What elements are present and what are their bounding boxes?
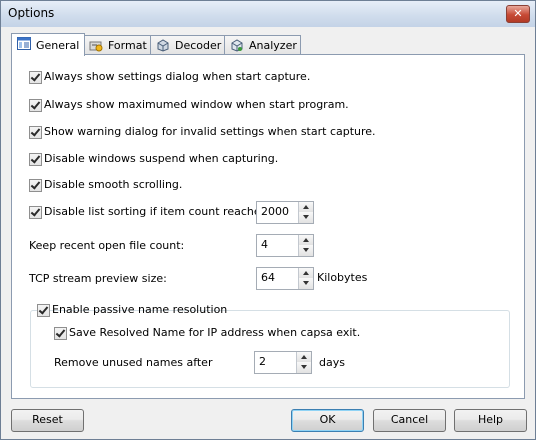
stepper-value: 4 <box>261 238 268 251</box>
close-button[interactable]: ✕ <box>506 5 530 23</box>
checkbox[interactable] <box>29 71 42 84</box>
option-label: Always show maximumed window when start … <box>44 98 349 111</box>
checkbox[interactable] <box>37 304 50 317</box>
recent-file-count-stepper[interactable]: 4 <box>256 234 314 257</box>
checkbox[interactable] <box>29 153 42 166</box>
spin-down-icon[interactable] <box>298 245 313 256</box>
tab-format-label: Format <box>108 39 147 52</box>
tab-decoder[interactable]: Decoder <box>150 35 226 55</box>
checkbox[interactable] <box>29 99 42 112</box>
reset-button[interactable]: Reset <box>11 409 84 432</box>
checkbox[interactable] <box>29 126 42 139</box>
title-bar[interactable]: Options ✕ <box>1 1 535 27</box>
tcp-preview-unit: Kilobytes <box>317 271 368 284</box>
checkbox[interactable] <box>54 327 67 340</box>
option-label: Always show settings dialog when start c… <box>44 70 311 83</box>
spin-down-icon[interactable] <box>298 212 313 223</box>
cancel-button[interactable]: Cancel <box>373 409 446 432</box>
remove-unused-days-stepper[interactable]: 2 <box>254 351 312 374</box>
tab-analyzer-label: Analyzer <box>249 39 297 52</box>
option-label: Show warning dialog for invalid settings… <box>44 125 376 138</box>
tab-analyzer[interactable]: Analyzer <box>224 35 301 55</box>
format-icon <box>89 41 103 52</box>
stepper-value: 64 <box>261 271 275 284</box>
help-button[interactable]: Help <box>454 409 527 432</box>
decoder-icon <box>157 39 169 52</box>
checkbox[interactable] <box>29 179 42 192</box>
analyzer-icon <box>231 39 243 52</box>
remove-unused-names-label: Remove unused names after <box>54 356 213 369</box>
general-settings-icon <box>17 37 31 50</box>
spin-down-icon[interactable] <box>296 362 311 373</box>
general-tab-panel: Always show settings dialog when start c… <box>11 54 525 399</box>
tab-general[interactable]: General <box>11 33 85 56</box>
recent-file-count-label: Keep recent open file count: <box>29 239 185 252</box>
options-dialog: Options ✕ General Format Decoder Analyze… <box>0 0 536 440</box>
tcp-preview-size-stepper[interactable]: 64 <box>256 267 314 290</box>
stepper-value: 2000 <box>261 205 289 218</box>
option-label: Disable windows suspend when capturing. <box>44 152 279 165</box>
remove-unused-unit: days <box>319 356 345 369</box>
stepper-value: 2 <box>259 355 266 368</box>
option-label: Save Resolved Name for IP address when c… <box>69 326 361 339</box>
tab-format[interactable]: Format <box>83 35 152 55</box>
option-enable-name-resolution[interactable]: Enable passive name resolution <box>37 303 227 319</box>
spin-down-icon[interactable] <box>298 278 313 289</box>
list-sorting-count-stepper[interactable]: 2000 <box>256 201 314 224</box>
window-title: Options <box>8 6 55 20</box>
tcp-preview-size-label: TCP stream preview size: <box>29 272 167 285</box>
option-label: Enable passive name resolution <box>52 303 228 316</box>
option-label: Disable list sorting if item count reach… <box>44 205 271 218</box>
tab-decoder-label: Decoder <box>175 39 222 52</box>
tab-general-label: General <box>36 39 80 52</box>
option-label: Disable smooth scrolling. <box>44 178 183 191</box>
ok-button[interactable]: OK <box>291 409 364 432</box>
name-resolution-group <box>30 310 510 388</box>
checkbox[interactable] <box>29 206 42 219</box>
